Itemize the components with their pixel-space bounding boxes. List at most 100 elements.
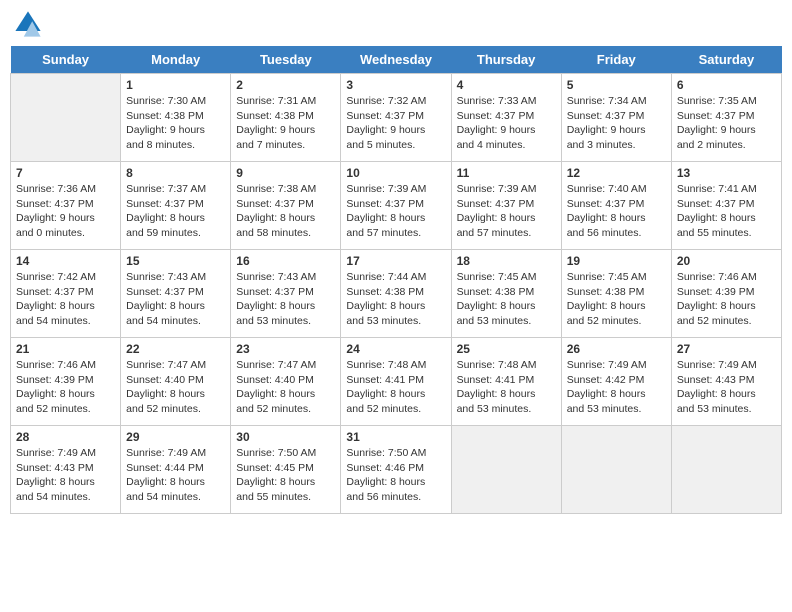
cell-info-line: Daylight: 8 hours [236, 388, 315, 400]
calendar-cell: 21Sunrise: 7:46 AMSunset: 4:39 PMDayligh… [11, 338, 121, 426]
cell-info-line: Daylight: 8 hours [126, 300, 205, 312]
cell-info-line: and 52 minutes. [346, 403, 421, 415]
cell-info: Sunrise: 7:39 AMSunset: 4:37 PMDaylight:… [457, 182, 556, 241]
day-number: 12 [567, 166, 666, 180]
cell-info-line: Sunrise: 7:34 AM [567, 95, 647, 107]
cell-info-line: Sunrise: 7:49 AM [567, 359, 647, 371]
calendar-week-row: 14Sunrise: 7:42 AMSunset: 4:37 PMDayligh… [11, 250, 782, 338]
cell-info-line: Daylight: 8 hours [236, 476, 315, 488]
cell-info-line: Sunrise: 7:48 AM [457, 359, 537, 371]
cell-info-line: Sunrise: 7:41 AM [677, 183, 757, 195]
day-number: 6 [677, 78, 776, 92]
day-number: 10 [346, 166, 445, 180]
cell-info: Sunrise: 7:34 AMSunset: 4:37 PMDaylight:… [567, 94, 666, 153]
day-number: 30 [236, 430, 335, 444]
cell-info-line: and 57 minutes. [346, 227, 421, 239]
cell-info: Sunrise: 7:38 AMSunset: 4:37 PMDaylight:… [236, 182, 335, 241]
weekday-header-friday: Friday [561, 46, 671, 74]
calendar-cell: 9Sunrise: 7:38 AMSunset: 4:37 PMDaylight… [231, 162, 341, 250]
cell-info-line: Sunrise: 7:47 AM [236, 359, 316, 371]
day-number: 25 [457, 342, 556, 356]
day-number: 29 [126, 430, 225, 444]
day-number: 14 [16, 254, 115, 268]
calendar-cell: 31 Sunrise: 7:50 AMSunset: 4:46 PMDayligh… [341, 426, 451, 514]
calendar-cell: 25Sunrise: 7:48 AMSunset: 4:41 PMDayligh… [451, 338, 561, 426]
cell-info-line: Sunset: 4:41 PM [457, 374, 535, 386]
cell-info-line: and 8 minutes. [126, 139, 195, 151]
day-number: 28 [16, 430, 115, 444]
day-number: 31 [346, 430, 445, 444]
calendar-cell [561, 426, 671, 514]
calendar-cell: 30 Sunrise: 7:50 AM Sunset: 4:45 PM Dayligh… [231, 426, 341, 514]
cell-info-line: Sunset: 4:45 PM [236, 462, 314, 474]
logo [14, 10, 46, 38]
cell-info-line: Sunset: 4:37 PM [236, 198, 314, 210]
cell-info: Sunrise: 7:47 AMSunset: 4:40 PMDaylight:… [126, 358, 225, 417]
cell-info-line: Daylight: 8 hours [677, 388, 756, 400]
cell-info-line: Sunset: 4:37 PM [346, 198, 424, 210]
cell-info-line: Sunset: 4:38 PM [126, 110, 204, 122]
cell-info-line: Daylight: 8 hours [677, 300, 756, 312]
calendar-cell [451, 426, 561, 514]
cell-info: Sunrise: 7:46 AMSunset: 4:39 PMDaylight:… [677, 270, 776, 329]
weekday-header-saturday: Saturday [671, 46, 781, 74]
cell-info-line: Sunrise: 7:45 AM [567, 271, 647, 283]
calendar-table: SundayMondayTuesdayWednesdayThursdayFrid… [10, 46, 782, 514]
day-number: 9 [236, 166, 335, 180]
cell-info: Sunrise: 7:48 AMSunset: 4:41 PMDaylight:… [457, 358, 556, 417]
cell-info: Sunrise: 7:39 AMSunset: 4:37 PMDaylight:… [346, 182, 445, 241]
weekday-header-monday: Monday [121, 46, 231, 74]
day-number: 5 [567, 78, 666, 92]
cell-info-line: Sunset: 4:38 PM [457, 286, 535, 298]
day-number: 15 [126, 254, 225, 268]
cell-info-line: Daylight: 8 hours [567, 300, 646, 312]
cell-info-line: Daylight: 8 hours [346, 300, 425, 312]
cell-info: Sunrise: 7:50 AMSunset: 4:46 PMDaylight:… [346, 446, 445, 505]
cell-info-line: and 55 minutes. [677, 227, 752, 239]
day-number: 16 [236, 254, 335, 268]
cell-info-line: Daylight: 8 hours [16, 476, 95, 488]
cell-info-line: Sunset: 4:37 PM [16, 198, 94, 210]
cell-info-line: Sunset: 4:41 PM [346, 374, 424, 386]
calendar-cell: 18Sunrise: 7:45 AMSunset: 4:38 PMDayligh… [451, 250, 561, 338]
cell-info-line: Sunrise: 7:48 AM [346, 359, 426, 371]
cell-info-line: Daylight: 8 hours [567, 388, 646, 400]
cell-info-line: Daylight: 8 hours [126, 388, 205, 400]
day-number: 7 [16, 166, 115, 180]
cell-info-line: and 54 minutes. [126, 315, 201, 327]
cell-info-line: Sunset: 4:43 PM [16, 462, 94, 474]
calendar-cell: 23Sunrise: 7:47 AMSunset: 4:40 PMDayligh… [231, 338, 341, 426]
cell-info-line: Sunrise: 7:50 AM [236, 447, 316, 459]
cell-info-line: Daylight: 8 hours [457, 300, 536, 312]
cell-info-line: Daylight: 9 hours [677, 124, 756, 136]
calendar-cell: 2Sunrise: 7:31 AMSunset: 4:38 PMDaylight… [231, 74, 341, 162]
cell-info: Sunrise: 7:31 AMSunset: 4:38 PMDaylight:… [236, 94, 335, 153]
cell-info-line: and 53 minutes. [457, 403, 532, 415]
cell-info-line: Sunset: 4:37 PM [457, 110, 535, 122]
calendar-cell: 29Sunrise: 7:49 AMSunset: 4:44 PMDayligh… [121, 426, 231, 514]
weekday-header-tuesday: Tuesday [231, 46, 341, 74]
cell-info-line: Sunset: 4:37 PM [457, 198, 535, 210]
cell-info-line: Daylight: 8 hours [16, 300, 95, 312]
cell-info-line: and 53 minutes. [567, 403, 642, 415]
cell-info-line: Daylight: 8 hours [346, 476, 425, 488]
cell-info-line: Sunrise: 7:38 AM [236, 183, 316, 195]
weekday-header-row: SundayMondayTuesdayWednesdayThursdayFrid… [11, 46, 782, 74]
day-number: 22 [126, 342, 225, 356]
cell-info-line: and 7 minutes. [236, 139, 305, 151]
calendar-week-row: 21Sunrise: 7:46 AMSunset: 4:39 PMDayligh… [11, 338, 782, 426]
day-number: 26 [567, 342, 666, 356]
cell-info-line: and 58 minutes. [236, 227, 311, 239]
cell-info-line: and 55 minutes. [236, 491, 311, 503]
cell-info-line: and 53 minutes. [236, 315, 311, 327]
cell-info-line: Sunset: 4:37 PM [346, 110, 424, 122]
day-number: 20 [677, 254, 776, 268]
cell-info-line: Sunrise: 7:39 AM [346, 183, 426, 195]
cell-info-line: Sunrise: 7:42 AM [16, 271, 96, 283]
calendar-cell: 24Sunrise: 7:48 AMSunset: 4:41 PMDayligh… [341, 338, 451, 426]
cell-info: Sunrise: 7:40 AMSunset: 4:37 PMDaylight:… [567, 182, 666, 241]
calendar-cell: 6Sunrise: 7:35 AMSunset: 4:37 PMDaylight… [671, 74, 781, 162]
calendar-week-row: 28Sunrise: 7:49 AMSunset: 4:43 PMDayligh… [11, 426, 782, 514]
cell-info-line: Daylight: 8 hours [346, 388, 425, 400]
cell-info-line: and 56 minutes. [567, 227, 642, 239]
